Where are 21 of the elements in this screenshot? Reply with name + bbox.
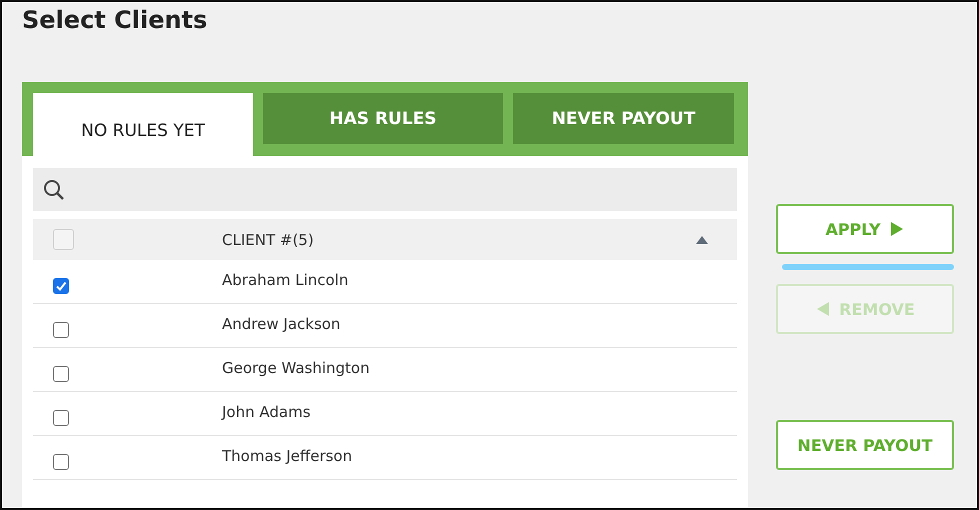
column-header[interactable]: CLIENT #(5) xyxy=(222,230,695,248)
checkbox[interactable] xyxy=(53,410,69,426)
checkbox[interactable] xyxy=(53,454,69,470)
search-field[interactable] xyxy=(33,168,737,211)
left-triangle-icon xyxy=(815,301,832,317)
checkbox[interactable] xyxy=(53,278,69,294)
page-title: Select Clients xyxy=(22,5,208,36)
table-cell: Abraham Lincoln xyxy=(222,270,348,288)
never-payout-button[interactable]: NEVER PAYOUT xyxy=(776,420,954,470)
apply-button[interactable]: APPLY xyxy=(776,204,954,254)
checkbox[interactable] xyxy=(53,366,69,382)
table-cell: George Washington xyxy=(222,358,370,376)
tab[interactable]: NEVER PAYOUT xyxy=(513,93,734,144)
search-icon xyxy=(43,178,65,200)
table-cell: Thomas Jefferson xyxy=(222,446,352,464)
table-cell: John Adams xyxy=(222,402,311,420)
checkbox[interactable] xyxy=(53,322,69,338)
tab[interactable]: HAS RULES xyxy=(263,93,503,144)
table-cell: Andrew Jackson xyxy=(222,314,340,332)
right-triangle-icon xyxy=(888,221,905,237)
tab[interactable]: NO RULES YET xyxy=(33,93,253,156)
